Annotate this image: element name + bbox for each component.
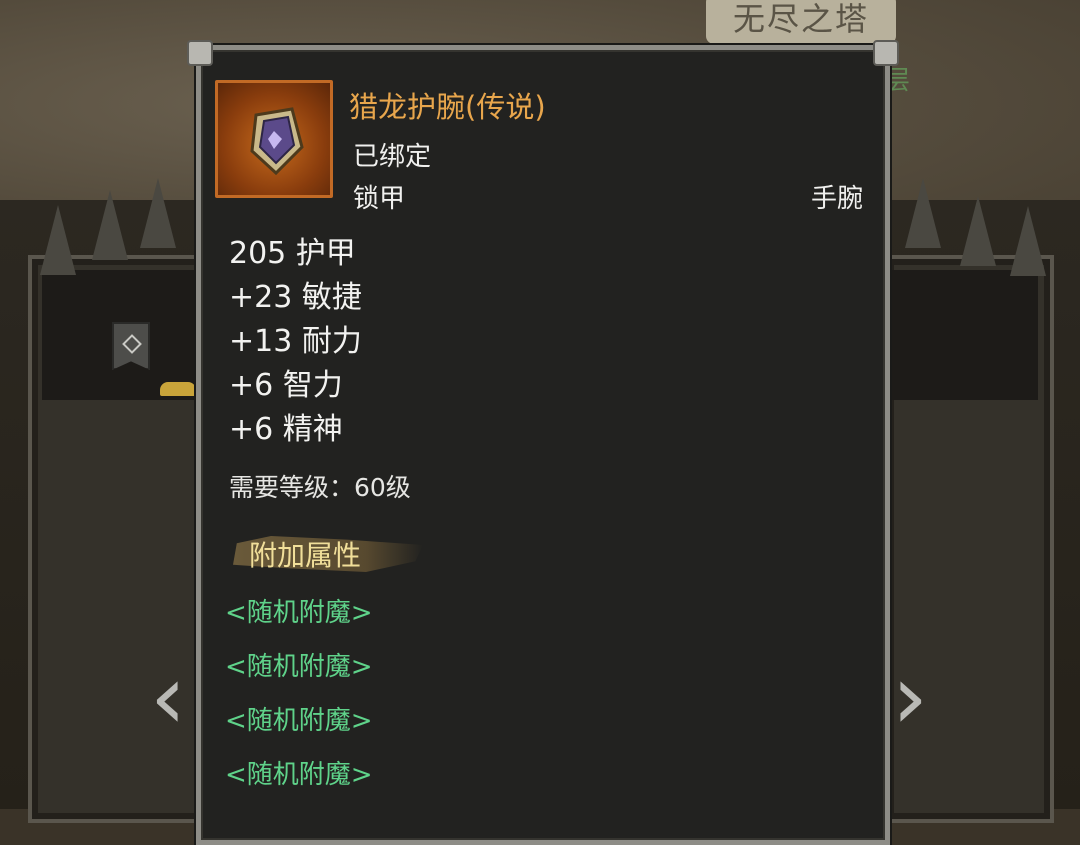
stat-list: 205 护甲 +23 敏捷 +13 耐力 +6 智力 +6 精神 (229, 232, 362, 452)
stat-stamina: +13 耐力 (229, 324, 362, 359)
item-name: 猎龙护腕(传说) (349, 90, 546, 124)
frame-spike (140, 178, 176, 248)
random-enchant: <随机附魔> (225, 598, 373, 628)
stat-armor: 205 护甲 (229, 236, 356, 271)
armor-type: 锁甲 (353, 184, 406, 214)
previous-arrow-icon[interactable]: ‹ (138, 653, 198, 743)
frame-spike (905, 178, 941, 248)
stat-spirit: +6 精神 (229, 412, 343, 447)
bracer-icon (215, 80, 333, 198)
random-enchant: <随机附魔> (225, 706, 373, 736)
right-panel-strip (888, 270, 1038, 400)
bonus-attributes-label: 附加属性 (249, 539, 362, 572)
tooltip-corner-ornament (873, 40, 899, 66)
frame-spike (1010, 206, 1046, 276)
frame-spike (960, 196, 996, 266)
stat-agility: +23 敏捷 (229, 280, 362, 315)
stat-intellect: +6 智力 (229, 368, 343, 403)
frame-spike (92, 190, 128, 260)
required-level: 需要等级：60级 (229, 473, 411, 502)
bracer-graphic (250, 107, 304, 176)
tower-title: 无尽之塔 (706, 0, 896, 44)
item-tooltip: 猎龙护腕(传说) 已绑定 锁甲 手腕 205 护甲 +23 敏捷 +13 耐力 … (187, 40, 899, 845)
random-enchant: <随机附魔> (225, 760, 373, 790)
enchant-list: <随机附魔> <随机附魔> <随机附魔> <随机附魔> (225, 586, 373, 802)
equip-slot: 手腕 (810, 184, 863, 214)
random-enchant: <随机附魔> (225, 652, 373, 682)
bonus-attributes-header: 附加属性 (233, 530, 423, 578)
frame-spike (40, 205, 76, 275)
tooltip-corner-ornament (187, 40, 213, 66)
gold-item-icon (160, 382, 196, 396)
bind-status: 已绑定 (353, 142, 432, 172)
